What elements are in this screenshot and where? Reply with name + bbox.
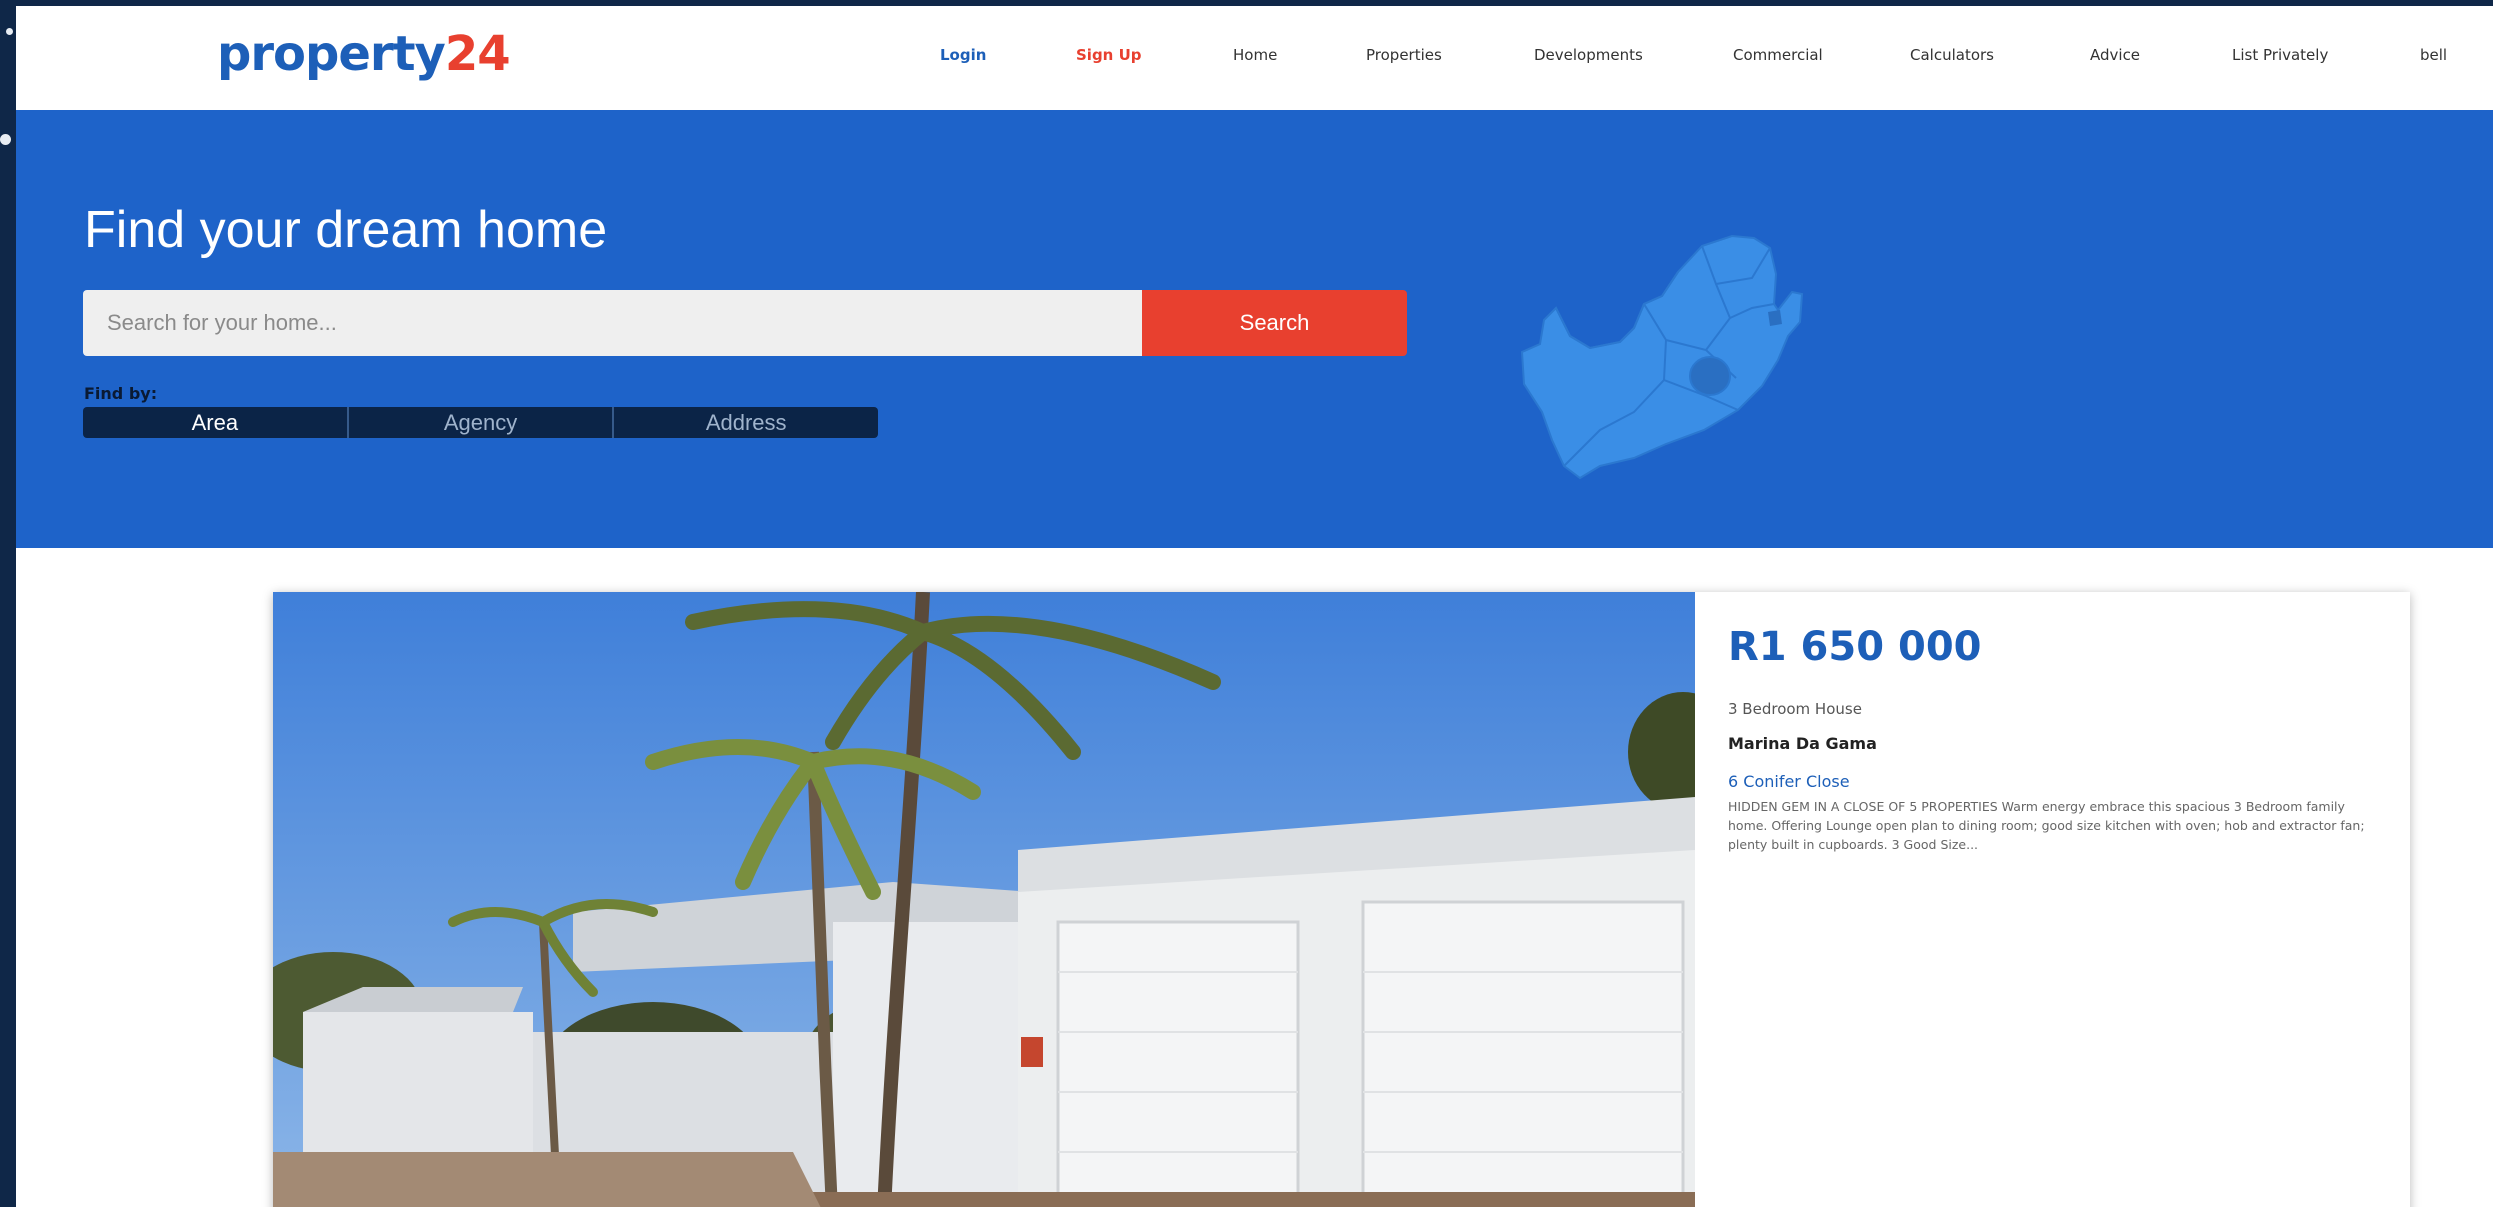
- nav-home-link[interactable]: Home: [1233, 46, 1277, 64]
- nav-developments-link[interactable]: Developments: [1534, 46, 1643, 64]
- find-by-tab-area[interactable]: Area: [83, 407, 349, 438]
- find-by-tab-agency[interactable]: Agency: [349, 407, 615, 438]
- listing-suburb: Marina Da Gama: [1728, 734, 1877, 753]
- site-header: property24 Login Sign Up Home Properties…: [16, 6, 2493, 110]
- search-input[interactable]: [83, 290, 1159, 356]
- nav-calculators-link[interactable]: Calculators: [1910, 46, 1994, 64]
- find-by-tab-address[interactable]: Address: [614, 407, 878, 438]
- listing-price: R1 650 000: [1728, 624, 1982, 670]
- nav-advice-link[interactable]: Advice: [2090, 46, 2140, 64]
- logo-text: property: [217, 26, 446, 82]
- search-button[interactable]: Search: [1142, 290, 1407, 356]
- nav-login-link[interactable]: Login: [940, 46, 986, 64]
- find-by-tabs: Area Agency Address: [83, 407, 878, 438]
- listing-property-type: 3 Bedroom House: [1728, 700, 1862, 718]
- property-photo[interactable]: [273, 592, 1695, 1207]
- nav-bell-link[interactable]: bell: [2420, 46, 2447, 64]
- listing-card[interactable]: R1 650 000 3 Bedroom House Marina Da Gam…: [273, 592, 2410, 1207]
- hero-title: Find your dream home: [84, 201, 608, 259]
- hero-search-section: Find your dream home Search Find by: Are…: [16, 110, 2493, 548]
- nav-commercial-link[interactable]: Commercial: [1733, 46, 1823, 64]
- property24-logo[interactable]: property24: [217, 26, 511, 82]
- listing-description: HIDDEN GEM IN A CLOSE OF 5 PROPERTIES Wa…: [1728, 799, 2365, 852]
- browser-page: property24 Login Sign Up Home Properties…: [16, 6, 2493, 1207]
- nav-signup-link[interactable]: Sign Up: [1076, 46, 1142, 64]
- logo-accent-text: 24: [444, 26, 511, 82]
- nav-properties-link[interactable]: Properties: [1366, 46, 1442, 64]
- south-africa-map-icon[interactable]: [1516, 200, 1826, 480]
- window-edge-dot: [0, 134, 11, 145]
- nav-list-privately-link[interactable]: List Privately: [2232, 46, 2328, 64]
- listing-address[interactable]: 6 Conifer Close: [1728, 772, 1850, 791]
- find-by-label: Find by:: [84, 384, 158, 403]
- window-edge-dot: [6, 28, 13, 35]
